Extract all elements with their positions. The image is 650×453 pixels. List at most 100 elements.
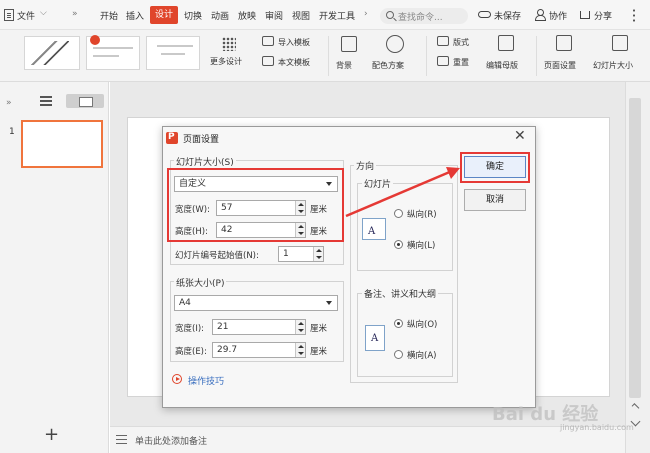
more-design-icon	[222, 37, 236, 51]
slide-size-button[interactable]: 幻灯片大小	[593, 60, 633, 71]
portrait-page-icon: A	[365, 325, 385, 351]
template-line	[157, 45, 193, 47]
outline-view-icon[interactable]	[40, 96, 52, 106]
slide-landscape-label[interactable]: 横向(L)	[407, 239, 435, 251]
menu-bar: 文件 ⌵ » 开始 插入 设计 切换 动画 放映 审阅 视图 开发工具 › 查找…	[0, 0, 650, 30]
ribbon-divider	[536, 36, 537, 76]
tab-design[interactable]: 设计	[150, 6, 178, 24]
share-icon	[580, 11, 590, 19]
slides-view-icon[interactable]	[66, 94, 104, 108]
file-menu-label: 文件	[17, 12, 36, 22]
background-button[interactable]: 背景	[336, 60, 352, 71]
ribbon-divider	[426, 36, 427, 76]
template-line	[93, 47, 133, 49]
template-thumb-1[interactable]	[24, 36, 80, 70]
design-ribbon: 更多设计 导入模板 本文模板 背景 配色方案 版式 重置 编辑母版 页面设置 幻…	[0, 30, 650, 82]
share-button[interactable]: 分享	[594, 9, 612, 22]
file-menu[interactable]: 文件 ⌵	[4, 8, 58, 23]
page-setup-button[interactable]: 页面设置	[544, 60, 576, 71]
landscape-page-icon: A	[362, 218, 386, 240]
tab-review[interactable]: 审阅	[265, 9, 283, 22]
scroll-tabs-icon[interactable]: ›	[364, 9, 368, 19]
orientation-group-label: 方向	[354, 159, 377, 172]
tab-view[interactable]: 视图	[292, 9, 310, 22]
tab-developer[interactable]: 开发工具	[319, 9, 355, 22]
template-line	[93, 55, 119, 57]
dialog-title: 页面设置	[183, 135, 220, 145]
paper-width-label: 宽度(I):	[175, 324, 205, 334]
search-icon	[386, 11, 394, 19]
close-icon[interactable]: ✕	[514, 128, 526, 144]
tab-transition[interactable]: 切换	[184, 9, 202, 22]
reset-icon	[437, 56, 449, 66]
notes-landscape-label[interactable]: 横向(A)	[407, 349, 436, 361]
paper-size-select[interactable]: A4	[174, 295, 338, 311]
paper-size-group-label: 纸张大小(P)	[174, 276, 227, 289]
document-icon	[4, 9, 14, 21]
slide-portrait-label[interactable]: 纵向(R)	[407, 208, 437, 220]
spinner-arrows-icon[interactable]	[295, 343, 305, 357]
notification-badge	[90, 35, 100, 45]
paper-width-spinner[interactable]: 21	[212, 319, 306, 335]
highlight-box-ok	[460, 152, 530, 183]
slide-portrait-radio[interactable]	[394, 209, 403, 218]
search-placeholder: 查找命令...	[398, 13, 443, 23]
tab-home[interactable]: 开始	[100, 9, 118, 22]
paper-width-unit: 厘米	[310, 324, 328, 334]
layout-button[interactable]: 版式	[453, 37, 469, 48]
start-number-label: 幻灯片编号起始值(N):	[175, 251, 259, 261]
collaborate-button[interactable]: 协作	[549, 9, 567, 22]
color-scheme-button[interactable]: 配色方案	[372, 60, 404, 71]
notes-landscape-radio[interactable]	[394, 350, 403, 359]
import-template-icon	[262, 36, 274, 46]
notes-placeholder[interactable]: 单击此处添加备注	[135, 434, 207, 447]
edit-master-button[interactable]: 编辑母版	[486, 60, 518, 71]
dropdown-arrow-icon	[326, 301, 332, 305]
this-template-button[interactable]: 本文模板	[278, 57, 310, 68]
add-slide-icon[interactable]: +	[44, 424, 59, 445]
template-thumb-3[interactable]	[146, 36, 200, 70]
paper-width-value: 21	[217, 322, 229, 332]
notes-icon	[116, 435, 127, 444]
cancel-button[interactable]: 取消	[464, 189, 526, 211]
more-nav-icon[interactable]: »	[72, 9, 78, 19]
paper-height-spinner[interactable]: 29.7	[212, 342, 306, 358]
scrollbar-thumb[interactable]	[629, 98, 641, 398]
page-setup-icon	[556, 35, 572, 51]
collapse-pane-icon[interactable]: »	[6, 98, 12, 108]
slide-number: 1	[9, 127, 15, 137]
page-letter-icon: A	[368, 226, 376, 237]
slide-size-icon	[612, 35, 628, 51]
wps-presentation-icon	[166, 132, 178, 144]
tips-link[interactable]: 操作技巧	[188, 374, 224, 387]
page-letter-icon: A	[371, 333, 379, 344]
baidu-watermark-url: jingyan.baidu.com	[560, 423, 634, 432]
tab-animation[interactable]: 动画	[211, 9, 229, 22]
layout-icon	[437, 36, 449, 46]
notes-portrait-radio[interactable]	[394, 319, 403, 328]
import-template-button[interactable]: 导入模板	[278, 37, 310, 48]
user-icon	[535, 9, 546, 21]
play-tips-icon	[172, 374, 182, 384]
slide-thumbnail[interactable]	[21, 120, 103, 168]
tab-slideshow[interactable]: 放映	[238, 9, 256, 22]
command-search[interactable]: 查找命令...	[380, 8, 468, 24]
cloud-icon	[478, 11, 491, 18]
spinner-arrows-icon[interactable]	[313, 247, 323, 261]
tab-insert[interactable]: 插入	[126, 9, 144, 22]
spinner-arrows-icon[interactable]	[295, 320, 305, 334]
template-line	[161, 53, 185, 55]
master-icon	[498, 35, 514, 51]
ribbon-divider	[328, 36, 329, 76]
this-template-icon	[262, 56, 274, 66]
palette-icon	[386, 35, 404, 53]
notes-portrait-label[interactable]: 纵向(O)	[407, 318, 437, 330]
paper-height-unit: 厘米	[310, 347, 328, 357]
slide-landscape-radio[interactable]	[394, 240, 403, 249]
reset-button[interactable]: 重置	[453, 57, 469, 68]
unsaved-status[interactable]: 未保存	[494, 9, 521, 22]
slide-size-group-label: 幻灯片大小(S)	[174, 155, 236, 168]
start-number-spinner[interactable]: 1	[278, 246, 324, 262]
more-options-icon[interactable]	[633, 8, 635, 22]
more-design-button[interactable]: 更多设计	[210, 56, 242, 67]
